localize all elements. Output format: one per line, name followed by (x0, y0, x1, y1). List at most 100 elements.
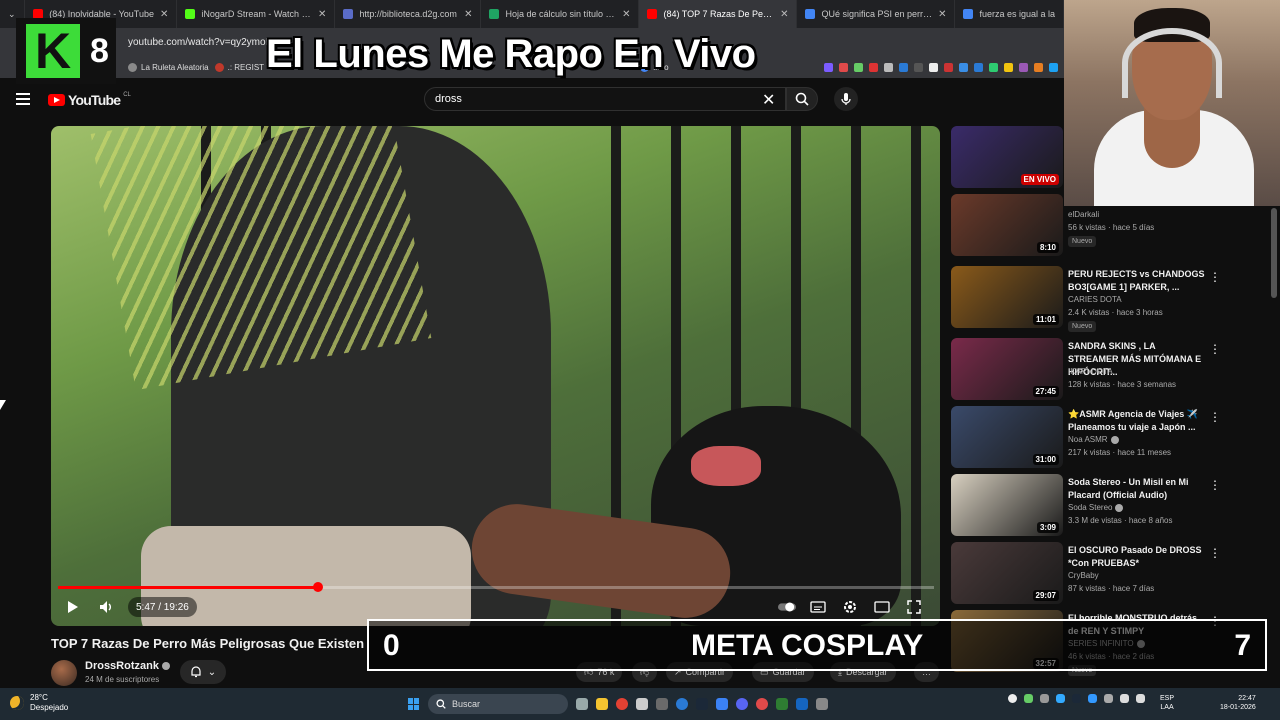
app-icon[interactable] (716, 698, 728, 710)
app-icon[interactable] (796, 698, 808, 710)
extension-icon[interactable] (914, 62, 923, 72)
taskbar-search[interactable]: Buscar (428, 694, 568, 714)
tray-icon[interactable] (1056, 694, 1065, 703)
bookmark-item[interactable]: .: REGIST (214, 62, 264, 72)
play-button[interactable] (62, 594, 84, 620)
steam-tray-icon[interactable] (1072, 694, 1081, 703)
notifications-button[interactable]: ⌄ (180, 660, 226, 684)
bookmark-item[interactable]: La Ruleta Aleatoria (128, 62, 209, 72)
extension-icon[interactable] (824, 62, 833, 72)
video-thumbnail[interactable]: 11:01 (951, 266, 1063, 328)
video-thumbnail[interactable]: 8:10 (951, 194, 1063, 256)
channel-avatar[interactable] (51, 660, 77, 686)
browser-tab[interactable]: Hoja de cálculo sin título - Hoja ✕ (481, 0, 640, 28)
volume-button[interactable] (96, 594, 118, 620)
system-clock[interactable]: 22:47 18-01-2026 (1220, 694, 1256, 712)
scrollbar[interactable] (1271, 208, 1277, 298)
search-input[interactable]: dross (424, 87, 786, 111)
browser-tab[interactable]: http://biblioteca.d2g.com ✕ (335, 0, 482, 28)
related-video-item[interactable]: 27:45 SANDRA SKINS , LA STREAMER MÁS MITÓ… (951, 338, 1271, 402)
related-video-channel[interactable]: IKARI DOTA (1068, 367, 1113, 376)
terminal-icon[interactable] (656, 698, 668, 710)
search-button[interactable] (786, 87, 818, 111)
related-video-item[interactable]: 31:00 ⭐ASMR Agencia de Viajes ✈️ Planeamo… (951, 406, 1271, 470)
microphone-icon[interactable] (1104, 694, 1113, 703)
related-video-channel[interactable]: Soda Stereo (1068, 503, 1124, 512)
app-icon[interactable] (816, 698, 828, 710)
more-options-icon[interactable]: ⋮ (1209, 410, 1221, 424)
related-video-title[interactable]: Soda Stereo - Un Misil en Mi Placard (Of… (1068, 476, 1208, 502)
edge-icon[interactable] (676, 698, 688, 710)
steam-icon[interactable] (696, 698, 708, 710)
extension-icon[interactable] (974, 62, 983, 72)
related-video-channel[interactable]: CARIES DOTA (1068, 295, 1122, 304)
close-tab-icon[interactable]: ✕ (318, 9, 326, 20)
more-options-icon[interactable]: ⋮ (1209, 270, 1221, 284)
discord-icon[interactable] (736, 698, 748, 710)
theater-button[interactable] (873, 598, 891, 616)
volume-icon[interactable] (1136, 694, 1145, 703)
related-video-channel[interactable]: elDarkali (1068, 210, 1099, 219)
extension-icon[interactable] (839, 62, 848, 72)
app-icon[interactable] (776, 698, 788, 710)
browser-tab[interactable]: fuerza es igual a la (955, 0, 1064, 28)
settings-button[interactable] (841, 598, 859, 616)
windows-start-icon[interactable] (408, 698, 420, 710)
related-video-channel[interactable]: CryBaby (1068, 571, 1099, 580)
close-tab-icon[interactable]: ✕ (780, 9, 788, 20)
related-video-title[interactable]: ⭐ASMR Agencia de Viajes ✈️ Planeamos tu … (1068, 408, 1208, 434)
file-explorer-icon[interactable] (596, 698, 608, 710)
browser-tab[interactable]: QUé significa PSI en perros - B ✕ (797, 0, 956, 28)
browser-tab[interactable]: (84) TOP 7 Razas De Perro Más ✕ (639, 0, 798, 28)
related-video-title[interactable]: PERU REJECTS vs CHANDOGS BO3[GAME 1] PAR… (1068, 268, 1208, 294)
clear-search-icon[interactable]: ✕ (762, 90, 775, 110)
related-video-channel[interactable]: Noa ASMR (1068, 435, 1119, 444)
more-options-icon[interactable]: ⋮ (1209, 342, 1221, 356)
obs-icon[interactable] (756, 698, 768, 710)
video-player[interactable] (51, 126, 940, 626)
browser-tab[interactable]: iNogarD Stream - Watch Live o ✕ (177, 0, 336, 28)
voice-search-button[interactable] (834, 87, 858, 111)
youtube-logo[interactable]: YouTube CL (48, 92, 131, 108)
tray-icon[interactable] (1008, 694, 1017, 703)
extension-icon[interactable] (1019, 62, 1028, 72)
extension-icon[interactable] (899, 62, 908, 72)
extension-icon[interactable] (929, 62, 938, 72)
related-video-item[interactable]: 11:01 PERU REJECTS vs CHANDOGS BO3[GAME 1… (951, 266, 1271, 332)
close-tab-icon[interactable]: ✕ (160, 9, 168, 20)
extension-icon[interactable] (869, 62, 878, 72)
extension-icon[interactable] (1034, 62, 1043, 72)
extension-icon[interactable] (989, 62, 998, 72)
related-video-item[interactable]: 3:09 Soda Stereo - Un Misil en Mi Placard… (951, 474, 1271, 538)
video-thumbnail[interactable]: 27:45 (951, 338, 1063, 400)
weather-widget[interactable]: 28°C Despejado (10, 693, 68, 713)
video-thumbnail[interactable]: EN VIVO (951, 126, 1063, 188)
extension-icon[interactable] (959, 62, 968, 72)
chrome-icon[interactable] (616, 698, 628, 710)
bluetooth-icon[interactable] (1088, 694, 1097, 703)
extension-icon[interactable] (884, 62, 893, 72)
channel-name[interactable]: DrossRotzank (85, 660, 170, 672)
notepad-icon[interactable] (636, 698, 648, 710)
related-video-title[interactable]: El OSCURO Pasado De DROSS *Con PRUEBAS* (1068, 544, 1208, 570)
extension-icon[interactable] (1004, 62, 1013, 72)
close-tab-icon[interactable]: ✕ (938, 9, 946, 20)
subtitles-button[interactable] (809, 598, 827, 616)
more-options-icon[interactable]: ⋮ (1209, 546, 1221, 560)
more-options-icon[interactable]: ⋮ (1209, 478, 1221, 492)
extension-icon[interactable] (1049, 62, 1058, 72)
video-thumbnail[interactable]: 31:00 (951, 406, 1063, 468)
video-thumbnail[interactable]: 29:07 (951, 542, 1063, 604)
tray-icon[interactable] (1040, 694, 1049, 703)
language-indicator[interactable]: ESP LAA (1160, 694, 1174, 712)
menu-icon[interactable] (16, 93, 30, 105)
autoplay-toggle[interactable] (778, 598, 796, 616)
task-view-icon[interactable] (576, 698, 588, 710)
network-icon[interactable] (1120, 694, 1129, 703)
extension-icon[interactable] (854, 62, 863, 72)
close-tab-icon[interactable]: ✕ (464, 9, 472, 20)
related-video-item[interactable]: 29:07 El OSCURO Pasado De DROSS *Con PRUE… (951, 542, 1271, 606)
video-thumbnail[interactable]: 3:09 (951, 474, 1063, 536)
fullscreen-button[interactable] (905, 598, 923, 616)
close-tab-icon[interactable]: ✕ (622, 9, 630, 20)
